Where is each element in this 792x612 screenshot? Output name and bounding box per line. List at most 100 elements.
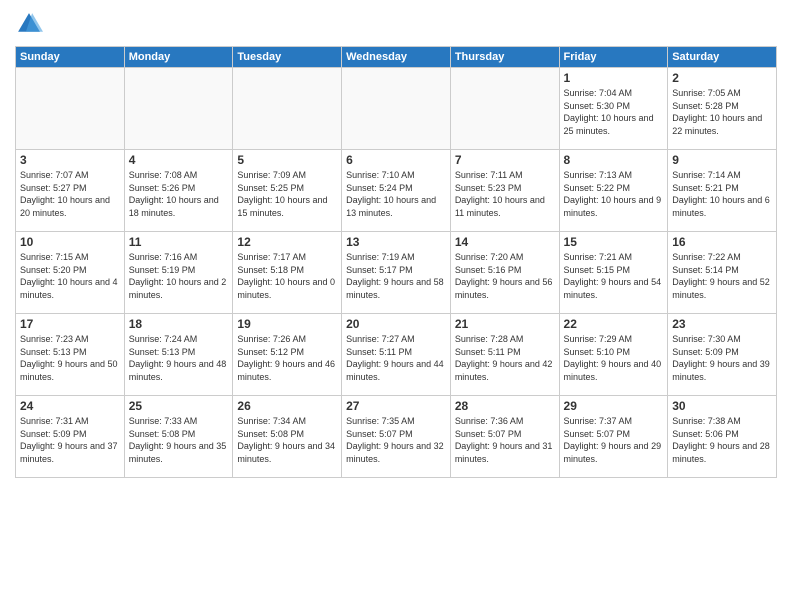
calendar-cell: 30 Sunrise: 7:38 AM Sunset: 5:06 PM Dayli… [668,396,777,478]
calendar-cell: 27Sunrise: 7:35 AM Sunset: 5:07 PM Dayli… [342,396,451,478]
day-info: Sunrise: 7:30 AM Sunset: 5:09 PM Dayligh… [672,333,772,383]
calendar-cell: 11 Sunrise: 7:16 AM Sunset: 5:19 PM Dayli… [124,232,233,314]
weekday-header-wednesday: Wednesday [342,47,451,68]
day-number: 28 [455,399,555,413]
week-row-2: 3 Sunrise: 7:07 AM Sunset: 5:27 PM Daylig… [16,150,777,232]
day-number: 25 [129,399,229,413]
calendar-cell: 3 Sunrise: 7:07 AM Sunset: 5:27 PM Daylig… [16,150,125,232]
page-header [15,10,777,38]
calendar-cell [124,68,233,150]
calendar-cell: 8Sunrise: 7:13 AM Sunset: 5:22 PM Daylig… [559,150,668,232]
calendar-cell [342,68,451,150]
day-info: Sunrise: 7:10 AM Sunset: 5:24 PM Dayligh… [346,169,446,219]
day-info: Sunrise: 7:09 AM Sunset: 5:25 PM Dayligh… [237,169,337,219]
day-info: Sunrise: 7:05 AM Sunset: 5:28 PM Dayligh… [672,87,772,137]
week-row-5: 24 Sunrise: 7:31 AM Sunset: 5:09 PM Dayli… [16,396,777,478]
day-info: Sunrise: 7:19 AM Sunset: 5:17 PM Dayligh… [346,251,446,301]
day-number: 17 [20,317,120,331]
day-info: Sunrise: 7:34 AM Sunset: 5:08 PM Dayligh… [237,415,337,465]
day-number: 1 [564,71,664,85]
day-number: 23 [672,317,772,331]
day-number: 4 [129,153,229,167]
day-info: Sunrise: 7:13 AM Sunset: 5:22 PM Dayligh… [564,169,664,219]
calendar-cell: 7 Sunrise: 7:11 AM Sunset: 5:23 PM Daylig… [450,150,559,232]
day-info: Sunrise: 7:24 AM Sunset: 5:13 PM Dayligh… [129,333,229,383]
calendar-cell: 1Sunrise: 7:04 AM Sunset: 5:30 PM Daylig… [559,68,668,150]
calendar-cell: 9Sunrise: 7:14 AM Sunset: 5:21 PM Daylig… [668,150,777,232]
calendar-cell: 18Sunrise: 7:24 AM Sunset: 5:13 PM Dayli… [124,314,233,396]
day-number: 21 [455,317,555,331]
calendar-cell [233,68,342,150]
day-number: 7 [455,153,555,167]
calendar-cell: 17 Sunrise: 7:23 AM Sunset: 5:13 PM Dayli… [16,314,125,396]
day-number: 16 [672,235,772,249]
day-info: Sunrise: 7:23 AM Sunset: 5:13 PM Dayligh… [20,333,120,383]
calendar-cell: 15 Sunrise: 7:21 AM Sunset: 5:15 PM Dayli… [559,232,668,314]
calendar-cell [16,68,125,150]
day-info: Sunrise: 7:31 AM Sunset: 5:09 PM Dayligh… [20,415,120,465]
day-info: Sunrise: 7:16 AM Sunset: 5:19 PM Dayligh… [129,251,229,301]
week-row-3: 10 Sunrise: 7:15 AM Sunset: 5:20 PM Dayli… [16,232,777,314]
weekday-header-friday: Friday [559,47,668,68]
day-number: 11 [129,235,229,249]
day-number: 3 [20,153,120,167]
day-info: Sunrise: 7:27 AM Sunset: 5:11 PM Dayligh… [346,333,446,383]
day-info: Sunrise: 7:08 AM Sunset: 5:26 PM Dayligh… [129,169,229,219]
weekday-header-monday: Monday [124,47,233,68]
logo [15,10,47,38]
calendar-cell: 24 Sunrise: 7:31 AM Sunset: 5:09 PM Dayli… [16,396,125,478]
week-row-4: 17 Sunrise: 7:23 AM Sunset: 5:13 PM Dayli… [16,314,777,396]
calendar-cell: 19 Sunrise: 7:26 AM Sunset: 5:12 PM Dayli… [233,314,342,396]
calendar: SundayMondayTuesdayWednesdayThursdayFrid… [15,46,777,478]
day-info: Sunrise: 7:11 AM Sunset: 5:23 PM Dayligh… [455,169,555,219]
weekday-header-saturday: Saturday [668,47,777,68]
day-info: Sunrise: 7:33 AM Sunset: 5:08 PM Dayligh… [129,415,229,465]
day-info: Sunrise: 7:07 AM Sunset: 5:27 PM Dayligh… [20,169,120,219]
calendar-cell: 6 Sunrise: 7:10 AM Sunset: 5:24 PM Daylig… [342,150,451,232]
day-info: Sunrise: 7:28 AM Sunset: 5:11 PM Dayligh… [455,333,555,383]
calendar-cell: 13 Sunrise: 7:19 AM Sunset: 5:17 PM Dayli… [342,232,451,314]
weekday-header-row: SundayMondayTuesdayWednesdayThursdayFrid… [16,47,777,68]
calendar-cell: 28Sunrise: 7:36 AM Sunset: 5:07 PM Dayli… [450,396,559,478]
day-number: 29 [564,399,664,413]
calendar-cell: 4 Sunrise: 7:08 AM Sunset: 5:26 PM Daylig… [124,150,233,232]
day-number: 20 [346,317,446,331]
day-info: Sunrise: 7:26 AM Sunset: 5:12 PM Dayligh… [237,333,337,383]
calendar-cell: 12 Sunrise: 7:17 AM Sunset: 5:18 PM Dayli… [233,232,342,314]
day-number: 12 [237,235,337,249]
week-row-1: 1Sunrise: 7:04 AM Sunset: 5:30 PM Daylig… [16,68,777,150]
day-number: 2 [672,71,772,85]
day-number: 30 [672,399,772,413]
weekday-header-thursday: Thursday [450,47,559,68]
day-info: Sunrise: 7:29 AM Sunset: 5:10 PM Dayligh… [564,333,664,383]
day-info: Sunrise: 7:15 AM Sunset: 5:20 PM Dayligh… [20,251,120,301]
day-info: Sunrise: 7:38 AM Sunset: 5:06 PM Dayligh… [672,415,772,465]
day-number: 24 [20,399,120,413]
calendar-cell: 25 Sunrise: 7:33 AM Sunset: 5:08 PM Dayli… [124,396,233,478]
day-number: 5 [237,153,337,167]
day-number: 27 [346,399,446,413]
weekday-header-tuesday: Tuesday [233,47,342,68]
day-info: Sunrise: 7:17 AM Sunset: 5:18 PM Dayligh… [237,251,337,301]
calendar-cell: 10 Sunrise: 7:15 AM Sunset: 5:20 PM Dayli… [16,232,125,314]
calendar-cell: 23 Sunrise: 7:30 AM Sunset: 5:09 PM Dayli… [668,314,777,396]
calendar-cell: 26 Sunrise: 7:34 AM Sunset: 5:08 PM Dayli… [233,396,342,478]
day-number: 15 [564,235,664,249]
day-info: Sunrise: 7:20 AM Sunset: 5:16 PM Dayligh… [455,251,555,301]
day-info: Sunrise: 7:21 AM Sunset: 5:15 PM Dayligh… [564,251,664,301]
day-number: 19 [237,317,337,331]
calendar-cell: 22 Sunrise: 7:29 AM Sunset: 5:10 PM Dayli… [559,314,668,396]
day-info: Sunrise: 7:22 AM Sunset: 5:14 PM Dayligh… [672,251,772,301]
calendar-cell: 16 Sunrise: 7:22 AM Sunset: 5:14 PM Dayli… [668,232,777,314]
weekday-header-sunday: Sunday [16,47,125,68]
calendar-cell: 5 Sunrise: 7:09 AM Sunset: 5:25 PM Daylig… [233,150,342,232]
day-number: 10 [20,235,120,249]
calendar-cell [450,68,559,150]
calendar-cell: 2 Sunrise: 7:05 AM Sunset: 5:28 PM Daylig… [668,68,777,150]
day-number: 26 [237,399,337,413]
day-number: 22 [564,317,664,331]
day-number: 13 [346,235,446,249]
calendar-cell: 21 Sunrise: 7:28 AM Sunset: 5:11 PM Dayli… [450,314,559,396]
day-number: 6 [346,153,446,167]
day-info: Sunrise: 7:14 AM Sunset: 5:21 PM Dayligh… [672,169,772,219]
